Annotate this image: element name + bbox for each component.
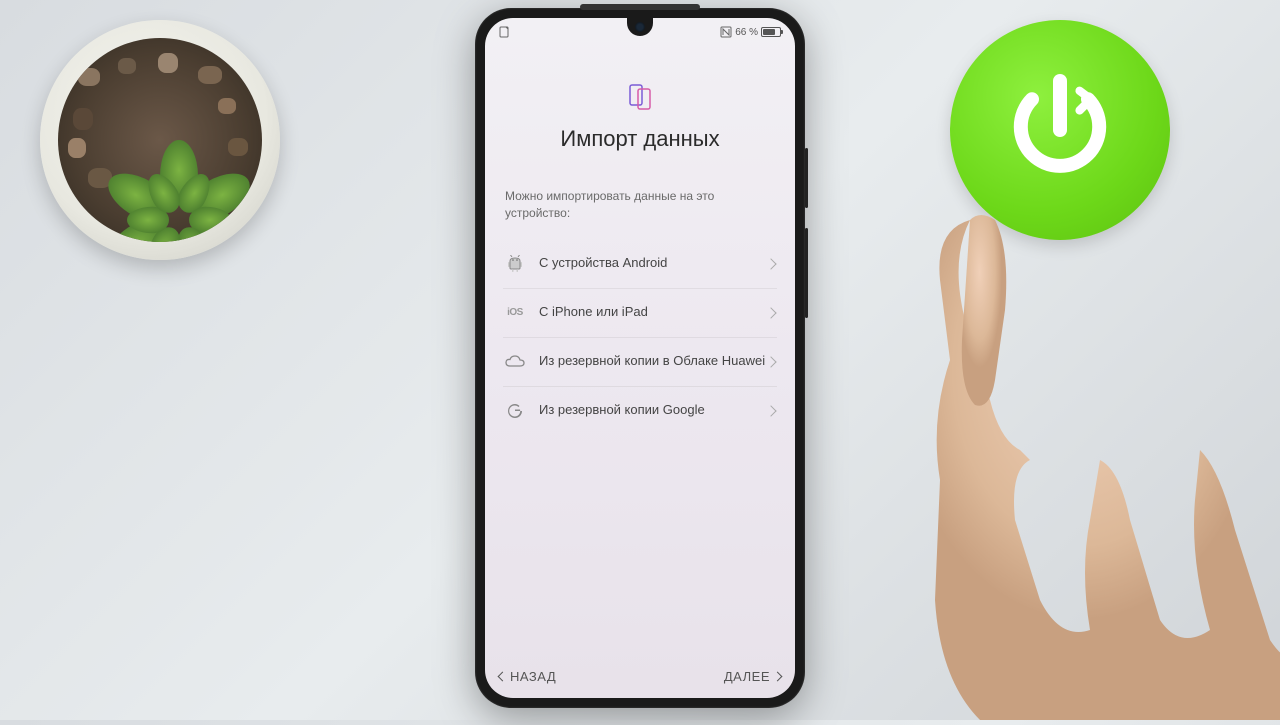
option-android[interactable]: С устройства Android: [503, 240, 777, 289]
hand-decoration: [880, 180, 1280, 720]
option-label: С iPhone или iPad: [539, 304, 767, 321]
option-label: Из резервной копии в Облаке Huawei: [539, 353, 767, 370]
google-icon: [505, 401, 525, 421]
back-label: НАЗАД: [510, 669, 556, 684]
phone-frame: 66 % Импорт данных Можно импортировать д…: [475, 8, 805, 708]
cloud-icon: [505, 352, 525, 372]
nfc-icon: [720, 26, 732, 38]
option-label: С устройства Android: [539, 255, 767, 272]
option-label: Из резервной копии Google: [539, 402, 767, 419]
chevron-right-icon: [773, 672, 783, 682]
chevron-right-icon: [765, 356, 776, 367]
page-subtitle: Можно импортировать данные на это устрой…: [503, 188, 777, 222]
phone-power-button: [805, 148, 808, 208]
back-button[interactable]: НАЗАД: [499, 669, 556, 684]
phone-clone-icon: [625, 82, 655, 112]
option-huawei-cloud[interactable]: Из резервной копии в Облаке Huawei: [503, 338, 777, 387]
sim-icon: [499, 26, 509, 38]
android-icon: [505, 254, 525, 274]
chevron-left-icon: [498, 672, 508, 682]
chevron-right-icon: [765, 307, 776, 318]
option-google[interactable]: Из резервной копии Google: [503, 387, 777, 435]
footer-nav: НАЗАД ДАЛЕЕ: [485, 657, 795, 698]
plant-decoration: [40, 20, 300, 280]
ios-icon: iOS: [505, 303, 525, 323]
option-ios[interactable]: iOS С iPhone или iPad: [503, 289, 777, 338]
battery-icon: [761, 27, 781, 37]
power-logo-badge: [950, 20, 1170, 240]
chevron-right-icon: [765, 258, 776, 269]
battery-percent: 66 %: [735, 27, 758, 38]
next-button[interactable]: ДАЛЕЕ: [724, 669, 781, 684]
phone-screen: 66 % Импорт данных Можно импортировать д…: [485, 18, 795, 698]
chevron-right-icon: [765, 405, 776, 416]
power-icon: [990, 60, 1130, 200]
next-label: ДАЛЕЕ: [724, 669, 770, 684]
phone-volume-button: [805, 228, 808, 318]
content-area: Импорт данных Можно импортировать данные…: [485, 42, 795, 657]
page-title: Импорт данных: [503, 126, 777, 152]
